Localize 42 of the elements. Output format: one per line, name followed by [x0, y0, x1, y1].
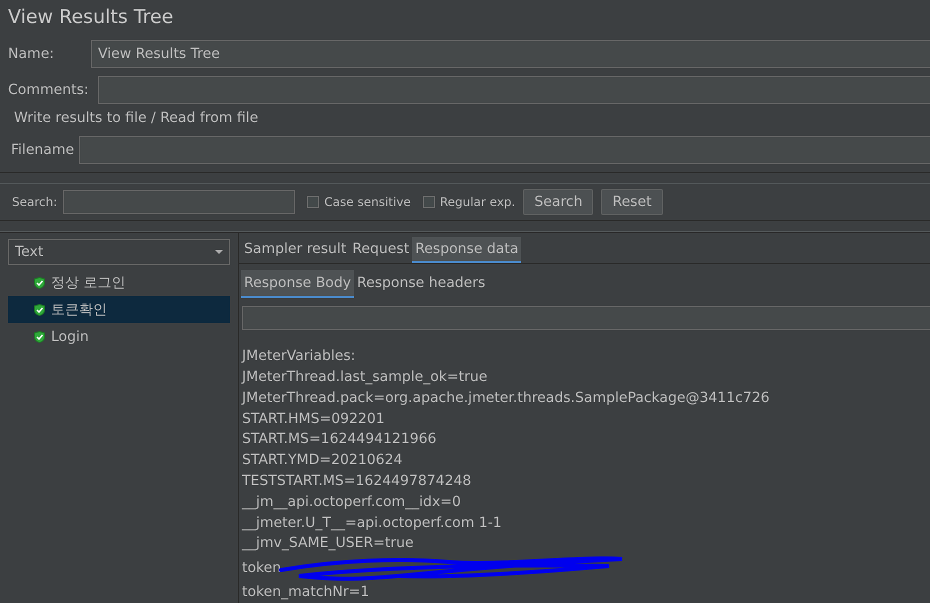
section-title: Write results to file / Read from file: [13, 109, 260, 128]
filename-field[interactable]: [79, 136, 930, 164]
response-line: token_matchNr=1: [242, 583, 370, 602]
search-button[interactable]: Search: [523, 189, 594, 215]
splitter-bar[interactable]: [0, 172, 930, 184]
tab[interactable]: Response headers: [354, 270, 488, 298]
name-label: Name:: [8, 46, 56, 62]
checkbox-option[interactable]: Regular exp.: [422, 195, 516, 209]
filename-label: Filename: [11, 142, 71, 158]
search-field[interactable]: [63, 190, 296, 214]
tab[interactable]: Sampler result: [241, 237, 350, 264]
response-line: token: [242, 558, 282, 578]
search-label: Search:: [12, 195, 58, 209]
tab[interactable]: Response Body: [241, 270, 354, 298]
response-line: JMeterVariables:: [242, 347, 356, 366]
tab[interactable]: Response data: [412, 237, 522, 264]
filter-field[interactable]: [242, 306, 930, 330]
response-line: TESTSTART.MS=1624497874248: [242, 472, 472, 492]
response-line: START.HMS=092201: [242, 410, 385, 429]
renderer-dropdown[interactable]: Text: [8, 239, 230, 265]
tree-item[interactable]: Login: [8, 323, 230, 350]
window-title: View Results Tree: [7, 5, 174, 30]
tree-item[interactable]: 토큰확인: [8, 296, 230, 323]
reset-button[interactable]: Reset: [601, 189, 663, 215]
response-line: __jmv_SAME_USER=true: [242, 534, 414, 554]
response-line: JMeterThread.pack=org.apache.jmeter.threads.SamplePackage@3411c726: [242, 388, 770, 408]
response-line: __jm__api.octoperf.com__idx=0: [242, 492, 461, 512]
response-line: START.MS=1624494121966: [242, 430, 436, 450]
shield-check-icon: [34, 276, 45, 288]
shield-check-icon: [34, 330, 45, 342]
name-field[interactable]: View Results Tree: [91, 40, 930, 68]
caret-icon: [215, 250, 223, 254]
comments-field[interactable]: [98, 76, 930, 104]
tree-item[interactable]: 정상 로그인: [8, 269, 230, 296]
tab[interactable]: Request: [349, 237, 412, 264]
response-line: JMeterThread.last_sample_ok=true: [242, 368, 488, 388]
checkbox-option[interactable]: Case sensitive: [307, 195, 411, 209]
splitter-bar[interactable]: [0, 220, 930, 232]
comments-label: Comments:: [8, 82, 90, 98]
shield-check-icon: [34, 304, 45, 316]
response-line: START.YMD=20210624: [242, 451, 402, 470]
response-line: __jmeter.U_T__=api.octoperf.com 1-1: [242, 514, 502, 533]
